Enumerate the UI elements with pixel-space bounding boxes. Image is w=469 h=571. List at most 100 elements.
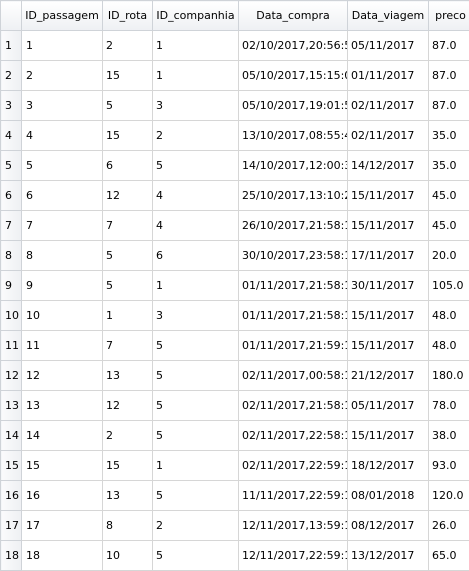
cell-data-compra[interactable]: 30/10/2017,23:58:11	[239, 241, 348, 271]
cell-id-rota[interactable]: 5	[103, 91, 153, 121]
table-row[interactable]: 6612425/10/2017,13:10:2015/11/201745.0	[1, 181, 469, 211]
cell-id-rota[interactable]: 5	[103, 241, 153, 271]
cell-id-passagem[interactable]: 10	[22, 301, 103, 331]
row-number[interactable]: 1	[1, 31, 22, 61]
cell-id-companhia[interactable]: 2	[153, 511, 239, 541]
table-row[interactable]: 112102/10/2017,20:56:5305/11/201787.0	[1, 31, 469, 61]
cell-data-compra[interactable]: 05/10/2017,19:01:50	[239, 91, 348, 121]
cell-id-passagem[interactable]: 17	[22, 511, 103, 541]
cell-id-rota[interactable]: 13	[103, 361, 153, 391]
cell-data-compra[interactable]: 05/10/2017,15:15:01	[239, 61, 348, 91]
cell-preco[interactable]: 48.0	[429, 331, 469, 361]
cell-preco[interactable]: 87.0	[429, 61, 469, 91]
table-row[interactable]: 2215105/10/2017,15:15:0101/11/201787.0	[1, 61, 469, 91]
cell-data-viagem[interactable]: 08/12/2017	[348, 511, 429, 541]
cell-id-rota[interactable]: 13	[103, 481, 153, 511]
cell-preco[interactable]: 20.0	[429, 241, 469, 271]
table-row[interactable]: 4415213/10/2017,08:55:4902/11/201735.0	[1, 121, 469, 151]
cell-id-companhia[interactable]: 5	[153, 361, 239, 391]
cell-id-rota[interactable]: 2	[103, 31, 153, 61]
cell-preco[interactable]: 87.0	[429, 31, 469, 61]
cell-id-passagem[interactable]: 13	[22, 391, 103, 421]
cell-preco[interactable]: 120.0	[429, 481, 469, 511]
cell-preco[interactable]: 45.0	[429, 181, 469, 211]
cell-data-viagem[interactable]: 15/11/2017	[348, 301, 429, 331]
cell-id-passagem[interactable]: 3	[22, 91, 103, 121]
cell-id-passagem[interactable]: 2	[22, 61, 103, 91]
cell-id-passagem[interactable]: 18	[22, 541, 103, 571]
cell-preco[interactable]: 87.0	[429, 91, 469, 121]
cell-data-viagem[interactable]: 15/11/2017	[348, 331, 429, 361]
cell-data-compra[interactable]: 25/10/2017,13:10:20	[239, 181, 348, 211]
row-number[interactable]: 18	[1, 541, 22, 571]
table-row[interactable]: 181810512/11/2017,22:59:1113/12/201765.0	[1, 541, 469, 571]
cell-id-companhia[interactable]: 5	[153, 391, 239, 421]
cell-data-compra[interactable]: 01/11/2017,21:59:11	[239, 331, 348, 361]
cell-preco[interactable]: 45.0	[429, 211, 469, 241]
table-row[interactable]: 11117501/11/2017,21:59:1115/11/201748.0	[1, 331, 469, 361]
cell-data-viagem[interactable]: 17/11/2017	[348, 241, 429, 271]
table-row[interactable]: 995101/11/2017,21:58:1130/11/2017105.0	[1, 271, 469, 301]
column-header-preco[interactable]: preco	[429, 1, 469, 31]
row-number[interactable]: 17	[1, 511, 22, 541]
cell-data-compra[interactable]: 12/11/2017,22:59:11	[239, 541, 348, 571]
table-row[interactable]: 10101301/11/2017,21:58:1115/11/201748.0	[1, 301, 469, 331]
column-header-data-compra[interactable]: Data_compra	[239, 1, 348, 31]
cell-id-companhia[interactable]: 6	[153, 241, 239, 271]
cell-data-viagem[interactable]: 15/11/2017	[348, 421, 429, 451]
cell-data-viagem[interactable]: 14/12/2017	[348, 151, 429, 181]
cell-id-passagem[interactable]: 16	[22, 481, 103, 511]
cell-id-rota[interactable]: 7	[103, 331, 153, 361]
cell-data-compra[interactable]: 12/11/2017,13:59:11	[239, 511, 348, 541]
table-row[interactable]: 14142502/11/2017,22:58:1115/11/201738.0	[1, 421, 469, 451]
cell-id-companhia[interactable]: 1	[153, 271, 239, 301]
cell-id-passagem[interactable]: 8	[22, 241, 103, 271]
cell-preco[interactable]: 105.0	[429, 271, 469, 301]
table-row[interactable]: 885630/10/2017,23:58:1117/11/201720.0	[1, 241, 469, 271]
cell-id-rota[interactable]: 10	[103, 541, 153, 571]
table-row[interactable]: 17178212/11/2017,13:59:1108/12/201726.0	[1, 511, 469, 541]
cell-preco[interactable]: 180.0	[429, 361, 469, 391]
row-number[interactable]: 5	[1, 151, 22, 181]
row-number[interactable]: 9	[1, 271, 22, 301]
row-number[interactable]: 16	[1, 481, 22, 511]
cell-id-companhia[interactable]: 1	[153, 31, 239, 61]
row-number[interactable]: 2	[1, 61, 22, 91]
row-number[interactable]: 4	[1, 121, 22, 151]
cell-id-passagem[interactable]: 5	[22, 151, 103, 181]
cell-id-companhia[interactable]: 1	[153, 451, 239, 481]
column-header-id-passagem[interactable]: ID_passagem	[22, 1, 103, 31]
cell-id-rota[interactable]: 7	[103, 211, 153, 241]
cell-data-viagem[interactable]: 15/11/2017	[348, 211, 429, 241]
row-number[interactable]: 13	[1, 391, 22, 421]
cell-id-rota[interactable]: 1	[103, 301, 153, 331]
cell-data-viagem[interactable]: 13/12/2017	[348, 541, 429, 571]
table-row[interactable]: 777426/10/2017,21:58:1115/11/201745.0	[1, 211, 469, 241]
cell-id-rota[interactable]: 8	[103, 511, 153, 541]
cell-id-rota[interactable]: 6	[103, 151, 153, 181]
cell-preco[interactable]: 78.0	[429, 391, 469, 421]
column-header-data-viagem[interactable]: Data_viagem	[348, 1, 429, 31]
column-header-id-companhia[interactable]: ID_companhia	[153, 1, 239, 31]
cell-id-companhia[interactable]: 5	[153, 151, 239, 181]
row-number[interactable]: 3	[1, 91, 22, 121]
cell-id-passagem[interactable]: 11	[22, 331, 103, 361]
cell-data-viagem[interactable]: 01/11/2017	[348, 61, 429, 91]
cell-id-companhia[interactable]: 5	[153, 331, 239, 361]
cell-id-companhia[interactable]: 4	[153, 211, 239, 241]
cell-data-viagem[interactable]: 05/11/2017	[348, 391, 429, 421]
cell-id-passagem[interactable]: 7	[22, 211, 103, 241]
cell-data-compra[interactable]: 02/11/2017,21:58:11	[239, 391, 348, 421]
column-header-id-rota[interactable]: ID_rota	[103, 1, 153, 31]
cell-preco[interactable]: 38.0	[429, 421, 469, 451]
cell-data-viagem[interactable]: 15/11/2017	[348, 181, 429, 211]
table-row[interactable]: 151515102/11/2017,22:59:1118/12/201793.0	[1, 451, 469, 481]
cell-id-passagem[interactable]: 1	[22, 31, 103, 61]
table-row[interactable]: 161613511/11/2017,22:59:1108/01/2018120.…	[1, 481, 469, 511]
cell-id-rota[interactable]: 15	[103, 121, 153, 151]
cell-data-viagem[interactable]: 02/11/2017	[348, 91, 429, 121]
cell-id-rota[interactable]: 15	[103, 61, 153, 91]
row-number[interactable]: 14	[1, 421, 22, 451]
cell-data-compra[interactable]: 02/11/2017,00:58:11	[239, 361, 348, 391]
cell-id-companhia[interactable]: 2	[153, 121, 239, 151]
